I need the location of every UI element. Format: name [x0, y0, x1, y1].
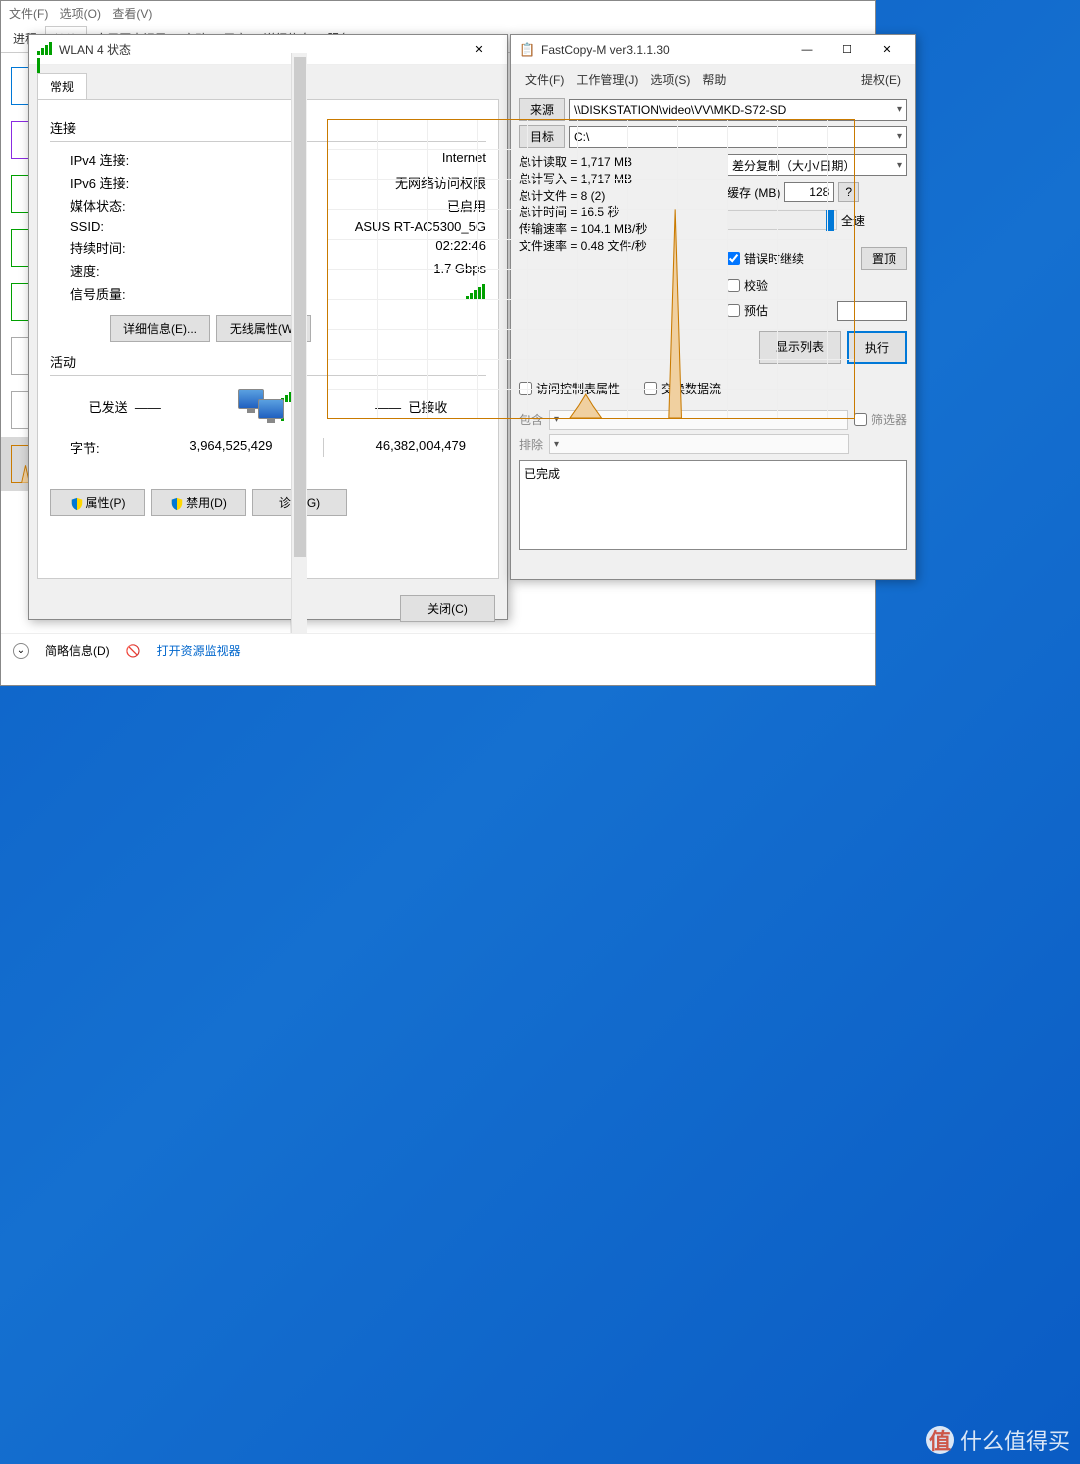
filter-checkbox[interactable]: 筛选器	[854, 411, 907, 428]
sidebar-scrollbar[interactable]	[291, 53, 307, 633]
tab-general[interactable]: 常规	[37, 73, 87, 99]
watermark: 值 什么值得买	[926, 1424, 1070, 1456]
disable-button[interactable]: 禁用(D)	[151, 489, 246, 516]
menu-jobmgr[interactable]: 工作管理(J)	[570, 69, 644, 90]
maximize-button[interactable]: ☐	[827, 36, 867, 64]
bytes-label: 字节:	[70, 438, 150, 457]
menu-file[interactable]: 文件(F)	[9, 7, 48, 21]
bytes-recv: 46,382,004,479	[344, 438, 467, 457]
menu-view[interactable]: 查看(V)	[112, 7, 152, 21]
fewer-details-link[interactable]: 简略信息(D)	[45, 642, 110, 659]
source-input[interactable]: \\DISKSTATION\video\VV\MKD-S72-SD	[569, 99, 907, 121]
menu-elevate[interactable]: 提权(E)	[855, 69, 907, 90]
execute-button[interactable]: 执行	[847, 331, 907, 364]
watermark-icon: 值	[926, 1426, 954, 1454]
wlan-title: WLAN 4 状态	[59, 41, 459, 58]
properties-button[interactable]: 属性(P)	[50, 489, 145, 516]
wlan-titlebar[interactable]: WLAN 4 状态 ✕	[29, 35, 507, 65]
close-dialog-button[interactable]: 关闭(C)	[400, 595, 495, 622]
topmost-button[interactable]: 置顶	[861, 247, 907, 270]
throughput-chart	[327, 119, 855, 419]
fewer-details-icon[interactable]: ⌄	[13, 643, 29, 659]
signal-icon	[37, 42, 53, 58]
log-area: 已完成	[519, 460, 907, 550]
fastcopy-menubar: 文件(F) 工作管理(J) 选项(S) 帮助 提权(E)	[511, 65, 915, 94]
details-button[interactable]: 详细信息(E)...	[110, 315, 210, 342]
exclude-label: 排除	[519, 436, 543, 453]
close-button[interactable]: ✕	[867, 36, 907, 64]
menu-options[interactable]: 选项(O)	[60, 7, 101, 21]
bytes-sent: 3,964,525,429	[150, 438, 303, 457]
taskmgr-footer: ⌄ 简略信息(D) 🚫 打开资源监视器	[1, 633, 875, 667]
sent-label: 已发送 ——	[89, 397, 161, 416]
shield-icon	[70, 497, 84, 511]
source-button[interactable]: 来源	[519, 98, 565, 121]
menu-file[interactable]: 文件(F)	[519, 69, 570, 90]
exclude-input[interactable]	[549, 434, 849, 454]
ssid-label: SSID:	[70, 219, 355, 234]
open-resmon-link[interactable]: 打开资源监视器	[157, 642, 241, 659]
fastcopy-title: FastCopy-M ver3.1.1.30	[541, 43, 787, 57]
watermark-text: 什么值得买	[960, 1424, 1070, 1456]
close-button[interactable]: ✕	[459, 36, 499, 64]
shield-icon	[170, 497, 184, 511]
taskmgr-menubar: 文件(F) 选项(O) 查看(V)	[1, 1, 875, 26]
fastcopy-titlebar[interactable]: 📋 FastCopy-M ver3.1.1.30 — ☐ ✕	[511, 35, 915, 65]
network-activity-icon	[238, 386, 298, 426]
resmon-icon: 🚫	[126, 644, 141, 658]
minimize-button[interactable]: —	[787, 36, 827, 64]
menu-options[interactable]: 选项(S)	[644, 69, 696, 90]
fastcopy-icon: 📋	[519, 42, 535, 58]
menu-help[interactable]: 帮助	[696, 69, 732, 90]
